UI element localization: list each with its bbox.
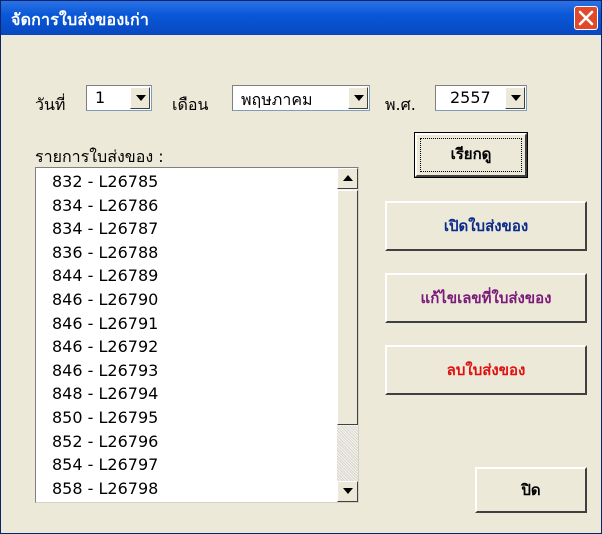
triangle-down-icon <box>136 95 146 101</box>
list-item[interactable]: 848 - L26794 <box>40 382 330 406</box>
close-button-label: ปิด <box>521 481 541 499</box>
dialog-window: จัดการใบส่งของเก่า วันที่ 1 เดือน พฤษภาค… <box>0 0 602 534</box>
day-dropdown-button[interactable] <box>130 87 150 109</box>
list-scrollbar[interactable] <box>337 168 358 502</box>
close-button[interactable]: ปิด <box>475 467 587 513</box>
list-item[interactable]: 834 - L26786 <box>40 194 330 218</box>
scroll-track[interactable] <box>337 426 358 482</box>
open-delivery-button[interactable]: เปิดใบส่งของ <box>385 201 587 251</box>
day-label: วันที่ <box>35 95 66 114</box>
year-select-value: 2557 <box>450 88 491 107</box>
close-x-icon <box>578 10 594 26</box>
scroll-up-button[interactable] <box>337 168 358 189</box>
list-item[interactable]: 832 - L26785 <box>40 170 330 194</box>
edit-number-label: แก้ไขเลขที่ใบส่งของ <box>420 289 552 307</box>
list-item[interactable]: 846 - L26791 <box>40 312 330 336</box>
delivery-list[interactable]: 832 - L26785 834 - L26786 834 - L26787 8… <box>35 167 359 503</box>
list-item[interactable]: 846 - L26793 <box>40 359 330 383</box>
triangle-up-icon <box>343 175 353 181</box>
focus-ring <box>420 138 522 172</box>
year-dropdown-button[interactable] <box>505 87 525 109</box>
month-label: เดือน <box>172 95 209 114</box>
month-dropdown-button[interactable] <box>348 87 368 109</box>
triangle-down-icon <box>343 488 353 494</box>
day-select-value: 1 <box>95 88 106 107</box>
delete-delivery-label: ลบใบส่งของ <box>446 361 526 379</box>
year-select[interactable]: 2557 <box>435 85 527 111</box>
open-delivery-label: เปิดใบส่งของ <box>443 217 529 235</box>
delete-delivery-button[interactable]: ลบใบส่งของ <box>385 345 587 395</box>
list-item[interactable]: 834 - L26787 <box>40 217 330 241</box>
title-bar[interactable]: จัดการใบส่งของเก่า <box>1 1 601 35</box>
triangle-down-icon <box>511 95 521 101</box>
list-item[interactable]: 852 - L26796 <box>40 430 330 454</box>
month-select[interactable]: พฤษภาคม <box>232 85 370 111</box>
year-label: พ.ศ. <box>385 95 416 114</box>
month-select-value: พฤษภาคม <box>241 90 313 109</box>
scroll-down-button[interactable] <box>337 481 358 502</box>
scroll-thumb[interactable] <box>337 190 358 425</box>
list-item[interactable]: 850 - L26795 <box>40 406 330 430</box>
close-window-button[interactable] <box>574 6 598 30</box>
list-item[interactable]: 858 - L26798 <box>40 477 330 501</box>
triangle-down-icon <box>354 95 364 101</box>
day-select[interactable]: 1 <box>86 85 152 111</box>
list-items: 832 - L26785 834 - L26786 834 - L26787 8… <box>40 170 330 500</box>
edit-number-button[interactable]: แก้ไขเลขที่ใบส่งของ <box>385 273 587 323</box>
list-item[interactable]: 844 - L26789 <box>40 264 330 288</box>
window-title: จัดการใบส่งของเก่า <box>11 10 150 29</box>
list-item[interactable]: 846 - L26790 <box>40 288 330 312</box>
list-item[interactable]: 854 - L26797 <box>40 453 330 477</box>
list-item[interactable]: 846 - L26792 <box>40 335 330 359</box>
search-button[interactable]: เรียกดู <box>414 132 528 178</box>
list-item[interactable]: 836 - L26788 <box>40 241 330 265</box>
